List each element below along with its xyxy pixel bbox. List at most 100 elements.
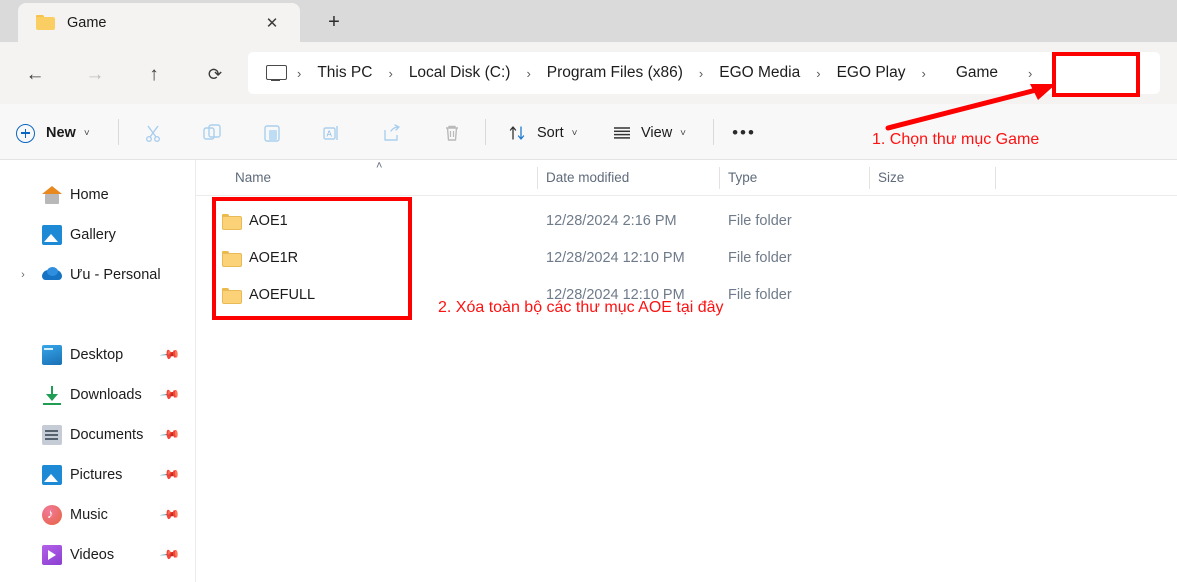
desktop-icon <box>42 345 62 365</box>
this-pc-icon <box>266 65 287 81</box>
sidebar-item-label: Gallery <box>70 227 116 243</box>
sidebar-item-label: Documents <box>70 427 144 443</box>
documents-icon <box>42 425 62 445</box>
plus-circle-icon <box>16 123 35 143</box>
column-divider[interactable] <box>995 167 996 189</box>
sidebar-item-label: Music <box>70 507 108 523</box>
pin-icon: 📌 <box>159 343 182 366</box>
sidebar-item-onedrive[interactable]: › Ưu - Personal <box>0 258 196 292</box>
tab-strip: Game ✕ + <box>0 0 1177 42</box>
sidebar-item-home[interactable]: Home <box>0 178 196 212</box>
column-header-date-modified[interactable]: Date modified <box>546 170 629 185</box>
copy-icon <box>196 118 228 148</box>
music-icon <box>42 505 62 525</box>
new-button[interactable]: New ˅ <box>16 118 90 148</box>
file-list-pane: ˄ Name Date modified Type Size AOE1 12/2… <box>196 160 1177 582</box>
cell-name: AOE1R <box>249 250 299 266</box>
breadcrumb[interactable]: › This PC › Local Disk (C:) › Program Fi… <box>248 52 1160 94</box>
sort-ascending-icon: ˄ <box>376 160 383 172</box>
tab-label: Game <box>67 14 107 31</box>
sidebar-item-downloads[interactable]: Downloads 📌 <box>0 378 196 412</box>
onedrive-cloud-icon <box>42 265 62 285</box>
chevron-right-icon: › <box>1028 65 1033 81</box>
sidebar-item-music[interactable]: Music 📌 <box>0 498 196 532</box>
cell-name: AOEFULL <box>249 287 316 303</box>
share-icon <box>376 118 408 148</box>
back-icon[interactable]: ← <box>18 58 52 92</box>
table-row[interactable]: AOE1R 12/28/2024 12:10 PM File folder <box>196 240 1177 277</box>
column-divider[interactable] <box>869 167 870 189</box>
annotation-step-1: 1. Chọn thư mục Game <box>872 131 1040 148</box>
downloads-icon <box>42 385 62 405</box>
sort-label: Sort <box>537 125 564 141</box>
sidebar: Home Gallery › Ưu - Personal Desktop 📌 D… <box>0 160 196 582</box>
sidebar-item-label: Pictures <box>70 467 123 483</box>
cell-type: File folder <box>728 250 792 266</box>
sidebar-item-videos[interactable]: Videos 📌 <box>0 538 196 572</box>
chevron-down-icon: ˅ <box>83 127 90 139</box>
chevron-right-icon: › <box>526 65 531 81</box>
chevron-right-icon: › <box>388 65 393 81</box>
column-header-size[interactable]: Size <box>878 170 904 185</box>
cut-icon <box>137 118 169 148</box>
close-icon[interactable]: ✕ <box>262 13 282 33</box>
cell-name: AOE1 <box>249 213 288 229</box>
sidebar-item-gallery[interactable]: Gallery <box>0 218 196 252</box>
home-icon <box>42 185 62 205</box>
annotation-step-2: 2. Xóa toàn bộ các thư mục AOE tại đây <box>438 299 724 316</box>
chevron-down-icon: ˅ <box>680 127 687 139</box>
svg-text:A: A <box>327 130 333 139</box>
sidebar-item-label: Desktop <box>70 347 124 363</box>
view-lines-icon <box>614 127 630 139</box>
breadcrumb-item-this-pc[interactable]: This PC <box>313 61 376 85</box>
breadcrumb-item-game[interactable]: Game <box>938 61 1016 85</box>
forward-icon: → <box>85 64 105 85</box>
column-divider[interactable] <box>719 167 720 189</box>
cell-date-modified: 12/28/2024 12:10 PM <box>546 250 685 266</box>
chevron-down-icon: ˅ <box>571 127 578 139</box>
sidebar-item-label: Home <box>70 187 109 203</box>
pin-icon: 📌 <box>159 383 182 406</box>
column-header-name[interactable]: Name <box>235 170 271 185</box>
pin-icon: 📌 <box>159 423 182 446</box>
sidebar-item-pictures[interactable]: Pictures 📌 <box>0 458 196 492</box>
up-icon[interactable]: ↑ <box>137 58 171 92</box>
delete-icon <box>436 118 468 148</box>
folder-icon <box>222 288 242 304</box>
new-tab-button[interactable]: + <box>320 8 348 36</box>
column-header-type[interactable]: Type <box>728 170 757 185</box>
sort-button[interactable]: Sort ˅ <box>508 118 577 148</box>
tab-game[interactable]: Game ✕ <box>18 3 300 42</box>
chevron-right-icon: › <box>921 65 926 81</box>
toolbar-divider <box>118 119 119 145</box>
chevron-right-icon: › <box>816 65 821 81</box>
more-options-icon[interactable]: ••• <box>728 118 760 148</box>
chevron-right-icon: › <box>698 65 704 81</box>
pin-icon: 📌 <box>159 463 182 486</box>
sidebar-item-label: Videos <box>70 547 115 563</box>
toolbar-divider <box>713 119 714 145</box>
cell-type: File folder <box>728 287 792 303</box>
sidebar-item-desktop[interactable]: Desktop 📌 <box>0 338 196 372</box>
videos-icon <box>42 545 62 565</box>
sidebar-item-label: Ưu - Personal <box>70 267 161 283</box>
breadcrumb-item-program-files[interactable]: Program Files (x86) <box>543 61 687 85</box>
sort-arrows-icon <box>509 126 525 140</box>
view-button[interactable]: View ˅ <box>612 118 686 148</box>
breadcrumb-item-ego-media[interactable]: EGO Media <box>715 61 804 85</box>
toolbar-divider <box>485 119 486 145</box>
column-divider[interactable] <box>537 167 538 189</box>
chevron-right-icon[interactable]: › <box>16 269 30 281</box>
sidebar-item-label: Downloads <box>70 387 142 403</box>
table-row[interactable]: AOE1 12/28/2024 2:16 PM File folder <box>196 203 1177 240</box>
gallery-icon <box>42 225 62 245</box>
cell-type: File folder <box>728 213 792 229</box>
breadcrumb-item-ego-play[interactable]: EGO Play <box>833 61 910 85</box>
sidebar-item-documents[interactable]: Documents 📌 <box>0 418 196 452</box>
folder-icon <box>36 15 55 30</box>
new-button-label: New <box>46 125 76 141</box>
breadcrumb-item-local-disk[interactable]: Local Disk (C:) <box>405 61 515 85</box>
refresh-icon[interactable]: ⟳ <box>198 58 232 92</box>
folder-icon <box>222 251 242 267</box>
paste-icon <box>256 118 288 148</box>
